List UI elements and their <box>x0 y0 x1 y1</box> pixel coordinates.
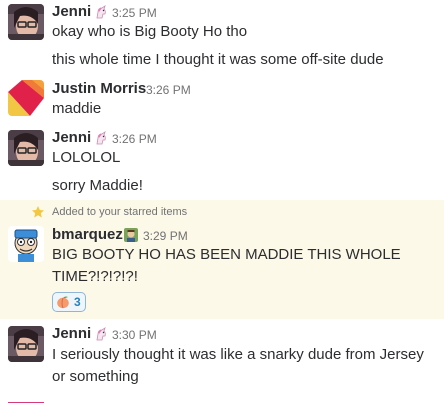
avatar[interactable] <box>8 396 44 403</box>
avatar[interactable] <box>8 4 44 40</box>
message-text: sorry Maddie! <box>52 177 143 194</box>
star-icon <box>31 205 45 219</box>
timestamp[interactable]: 3:26 PM <box>112 132 157 146</box>
author-name[interactable]: Justin Morris <box>52 80 146 97</box>
peach-emoji-icon <box>56 295 70 309</box>
starred-note: Added to your starred items <box>52 206 188 218</box>
message-feed: Jenni 3:25 PM okay who is Big Booty Ho t… <box>0 0 444 403</box>
timestamp[interactable]: 3:30 PM <box>112 328 157 342</box>
message-text: this whole time I thought it was some of… <box>52 51 384 68</box>
avatar[interactable] <box>8 326 44 362</box>
message-text: maddie <box>52 100 102 117</box>
author-name[interactable]: Jenni <box>52 129 91 146</box>
reaction-count: 3 <box>74 295 81 309</box>
avatar[interactable] <box>8 226 44 262</box>
timestamp[interactable]: 3:26 PM <box>146 83 191 97</box>
unicorn-icon <box>94 131 108 145</box>
timestamp[interactable]: 3:25 PM <box>112 6 157 20</box>
author-name[interactable]: Jenni <box>52 325 91 342</box>
reaction-button[interactable]: 3 <box>52 292 86 312</box>
timestamp[interactable]: 3:29 PM <box>143 229 188 243</box>
message-text: okay who is Big Booty Ho tho <box>52 23 248 40</box>
unicorn-icon <box>94 327 108 341</box>
author-name[interactable]: Jenni <box>52 3 91 20</box>
message-text: BIG BOOTY HO HAS BEEN MADDIE THIS WHOLE … <box>52 246 401 285</box>
avatar[interactable] <box>8 130 44 166</box>
message-text: LOLOLOL <box>52 149 121 166</box>
author-name[interactable]: bmarquez <box>52 226 123 243</box>
person-emoji-icon <box>124 228 138 242</box>
unicorn-icon <box>94 5 108 19</box>
message-text: I seriously thought it was like a snarky… <box>52 346 424 385</box>
avatar[interactable] <box>8 80 44 116</box>
